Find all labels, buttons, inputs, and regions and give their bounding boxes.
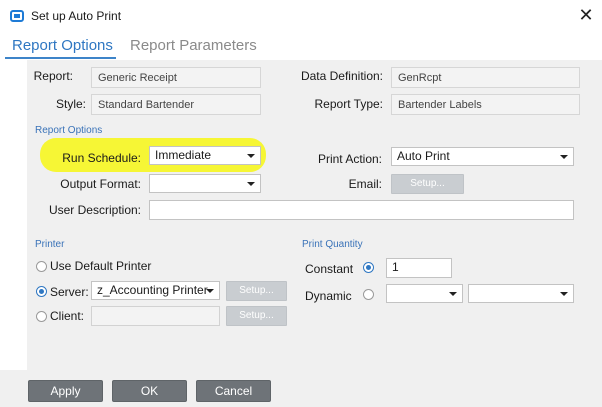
dynamic-field-dropdown[interactable] xyxy=(386,284,463,303)
client-label: Client: xyxy=(50,309,85,323)
dynamic-label: Dynamic xyxy=(305,289,352,303)
print-quantity-section-label: Print Quantity xyxy=(302,239,363,250)
printer-section-label: Printer xyxy=(35,239,65,250)
active-tab-indicator xyxy=(5,57,116,59)
report-type-value: Bartender Labels xyxy=(391,94,580,115)
client-setup-button[interactable]: Setup... xyxy=(226,306,287,326)
ok-button[interactable]: OK xyxy=(112,380,187,402)
use-default-printer-radio[interactable] xyxy=(36,261,47,272)
user-description-label: User Description: xyxy=(48,203,141,217)
style-label: Style: xyxy=(55,97,86,111)
output-format-dropdown[interactable] xyxy=(149,174,261,193)
server-label: Server: xyxy=(50,285,89,299)
close-icon[interactable]: ✕ xyxy=(578,5,594,25)
window-title: Set up Auto Print xyxy=(31,9,122,23)
server-radio[interactable] xyxy=(36,286,47,297)
report-options-section-label: Report Options xyxy=(35,125,103,136)
server-printer-dropdown[interactable]: z_Accounting Printer xyxy=(91,281,220,300)
email-label: Email: xyxy=(348,177,382,191)
report-label: Report: xyxy=(33,69,73,83)
chevron-down-icon xyxy=(560,155,568,159)
dynamic-radio[interactable] xyxy=(363,289,374,300)
client-printer-input[interactable] xyxy=(91,306,220,326)
constant-quantity-value: 1 xyxy=(392,260,399,274)
constant-radio[interactable] xyxy=(363,262,374,273)
report-type-label: Report Type: xyxy=(314,97,383,111)
tab-report-options[interactable]: Report Options xyxy=(12,37,113,55)
server-printer-value: z_Accounting Printer xyxy=(97,283,208,297)
output-format-label: Output Format: xyxy=(60,177,141,191)
apply-button[interactable]: Apply xyxy=(28,380,103,402)
tab-report-parameters[interactable]: Report Parameters xyxy=(130,37,257,55)
chevron-down-icon xyxy=(247,154,255,158)
app-icon xyxy=(10,10,24,22)
run-schedule-dropdown[interactable]: Immediate xyxy=(149,146,261,165)
server-setup-button[interactable]: Setup... xyxy=(226,281,287,301)
email-setup-button[interactable]: Setup... xyxy=(391,174,464,194)
cancel-button[interactable]: Cancel xyxy=(196,380,271,402)
run-schedule-label: Run Schedule: xyxy=(62,151,141,165)
chevron-down-icon xyxy=(206,289,214,293)
print-action-label: Print Action: xyxy=(317,152,382,166)
report-value: Generic Receipt xyxy=(91,67,261,88)
style-value: Standard Bartender xyxy=(91,94,261,115)
user-description-input[interactable] xyxy=(149,200,574,220)
chevron-down-icon xyxy=(560,292,568,296)
client-radio[interactable] xyxy=(36,311,47,322)
print-action-value: Auto Print xyxy=(397,149,450,163)
data-definition-value: GenRcpt xyxy=(391,67,580,88)
run-schedule-value: Immediate xyxy=(155,148,212,162)
constant-label: Constant xyxy=(305,262,354,276)
use-default-printer-label: Use Default Printer xyxy=(50,259,152,273)
print-action-dropdown[interactable]: Auto Print xyxy=(391,147,574,166)
constant-quantity-input[interactable]: 1 xyxy=(386,258,452,278)
dynamic-source-dropdown[interactable] xyxy=(468,284,574,303)
chevron-down-icon xyxy=(449,292,457,296)
data-definition-label: Data Definition: xyxy=(300,69,383,83)
chevron-down-icon xyxy=(247,182,255,186)
